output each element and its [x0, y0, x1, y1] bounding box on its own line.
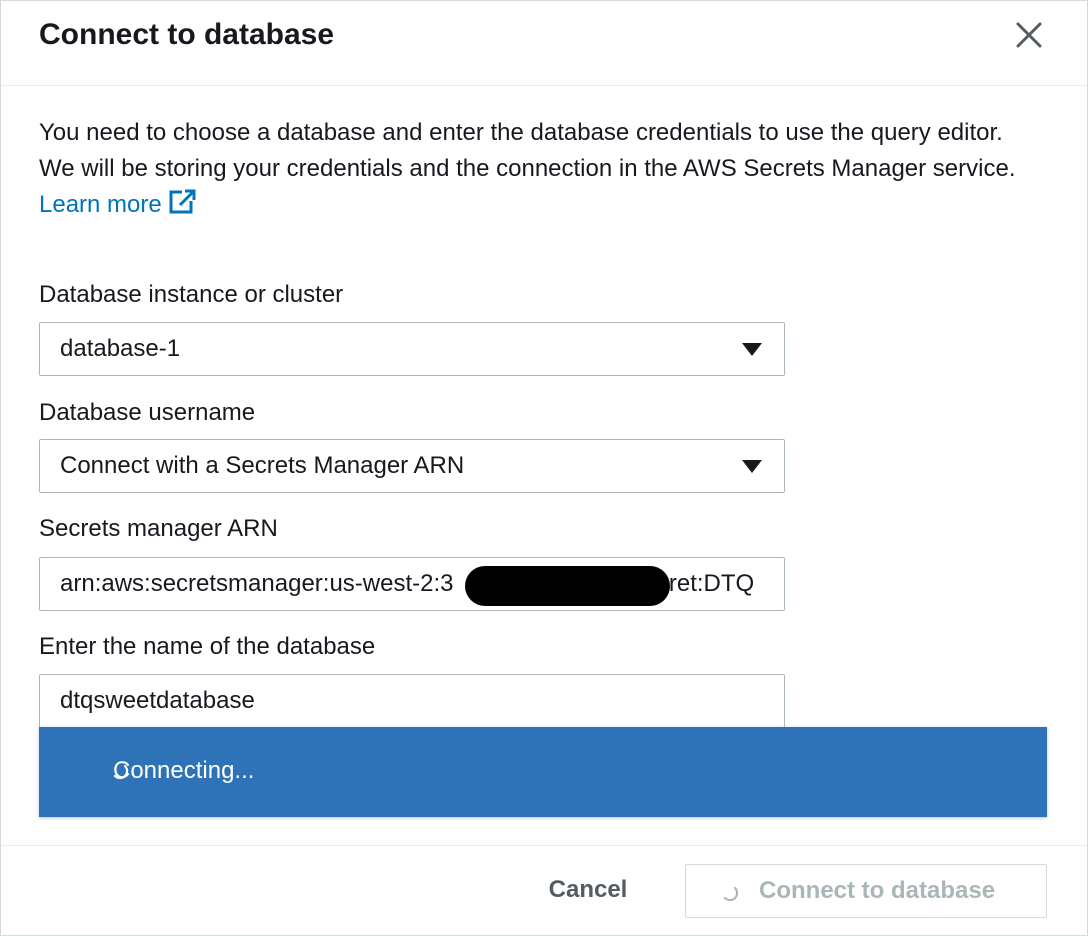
arn-label: Secrets manager ARN: [39, 515, 278, 542]
close-button[interactable]: [1009, 15, 1049, 55]
connect-button-label: Connect to database: [759, 877, 996, 904]
dialog-title: Connect to database: [39, 18, 335, 51]
redaction-mark: [465, 566, 670, 606]
connect-to-database-button[interactable]: Connect to database: [685, 864, 1047, 918]
username-select[interactable]: Connect with a Secrets Manager ARN: [39, 439, 785, 493]
banner-text: Connecting...: [113, 757, 255, 784]
connecting-banner: Connecting...: [39, 727, 1047, 817]
database-name-label: Enter the name of the database: [39, 633, 376, 660]
dialog-footer: Cancel Connect to database: [1, 845, 1087, 936]
cancel-button[interactable]: Cancel: [527, 864, 649, 916]
close-icon: [1016, 22, 1042, 48]
intro-description: You need to choose a database and enter …: [39, 119, 1016, 182]
caret-down-icon: [742, 460, 762, 473]
learn-more-link[interactable]: Learn more: [39, 189, 196, 218]
connect-dialog: Connect to database You need to choose a…: [0, 0, 1088, 936]
instance-select[interactable]: database-1: [39, 322, 785, 376]
arn-value-prefix: arn:aws:secretsmanager:us-west-2:3: [60, 570, 454, 597]
caret-down-icon: [742, 343, 762, 356]
dialog-header: Connect to database: [1, 1, 1087, 86]
database-name-value: dtqsweetdatabase: [60, 687, 255, 714]
instance-label: Database instance or cluster: [39, 281, 344, 308]
username-label: Database username: [39, 399, 256, 426]
external-link-icon: [169, 189, 196, 214]
learn-more-label: Learn more: [39, 191, 162, 218]
intro-text: You need to choose a database and enter …: [39, 115, 1029, 223]
instance-select-value: database-1: [60, 335, 181, 362]
spinner-icon: [723, 886, 739, 902]
username-select-value: Connect with a Secrets Manager ARN: [60, 452, 465, 479]
arn-input[interactable]: arn:aws:secretsmanager:us-west-2:3 7:secr…: [39, 557, 785, 611]
database-name-input[interactable]: dtqsweetdatabase: [39, 674, 785, 728]
